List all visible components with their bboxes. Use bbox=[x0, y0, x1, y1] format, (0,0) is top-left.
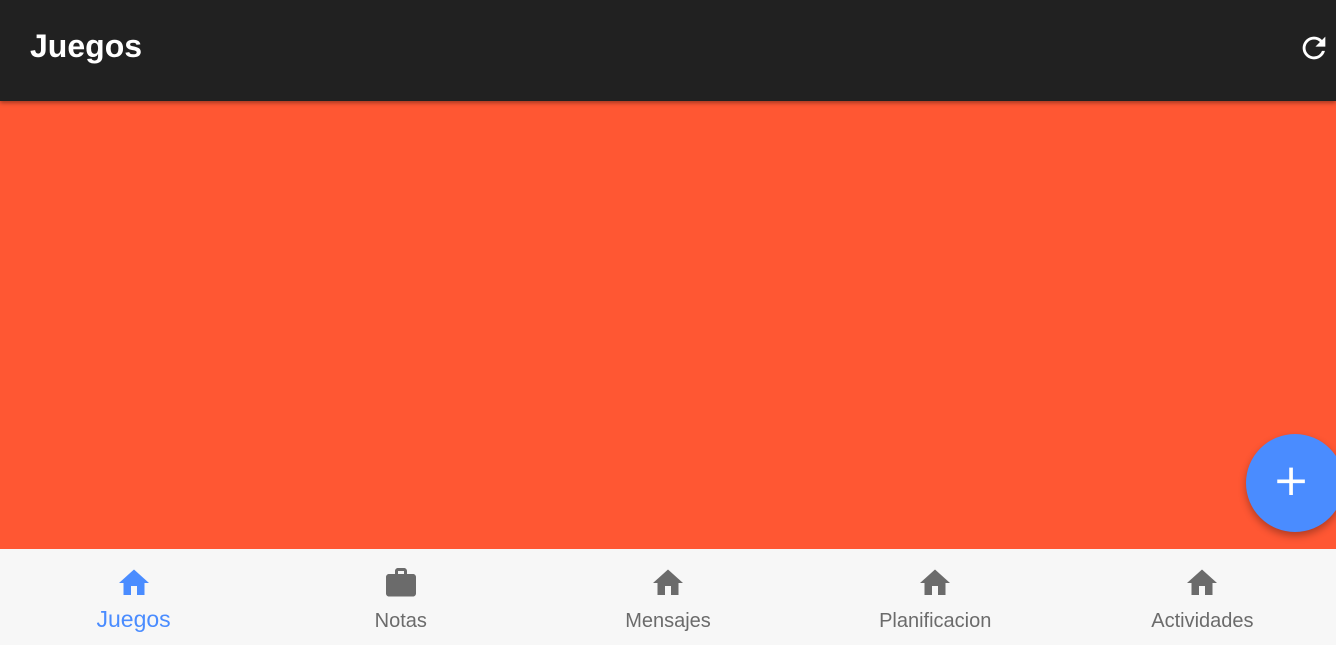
nav-label: Actividades bbox=[1151, 610, 1254, 632]
home-icon bbox=[1184, 565, 1220, 601]
nav-label: Juegos bbox=[96, 606, 171, 632]
nav-label: Notas bbox=[374, 610, 427, 632]
main-content bbox=[0, 101, 1336, 549]
nav-label: Planificacion bbox=[879, 610, 992, 632]
nav-item-planificacion[interactable]: Planificacion bbox=[802, 549, 1069, 645]
add-button[interactable]: + bbox=[1246, 434, 1336, 532]
refresh-button[interactable] bbox=[1294, 28, 1334, 68]
nav-item-mensajes[interactable]: Mensajes bbox=[534, 549, 801, 645]
home-icon bbox=[650, 565, 686, 601]
home-icon bbox=[917, 565, 953, 601]
bottom-navigation: Juegos Notas Mensajes Planificacion Acti… bbox=[0, 549, 1336, 645]
nav-item-actividades[interactable]: Actividades bbox=[1069, 549, 1336, 645]
nav-item-notas[interactable]: Notas bbox=[267, 549, 534, 645]
nav-item-juegos[interactable]: Juegos bbox=[0, 549, 267, 645]
page-title: Juegos bbox=[30, 28, 143, 64]
app-root: Juegos + Juegos Notas Mensajes Planifica… bbox=[0, 0, 1336, 645]
refresh-icon bbox=[1302, 36, 1326, 60]
briefcase-icon bbox=[383, 565, 419, 601]
app-bar: Juegos bbox=[0, 0, 1336, 101]
home-icon bbox=[116, 565, 152, 601]
nav-label: Mensajes bbox=[625, 610, 711, 632]
add-icon: + bbox=[1272, 455, 1310, 506]
